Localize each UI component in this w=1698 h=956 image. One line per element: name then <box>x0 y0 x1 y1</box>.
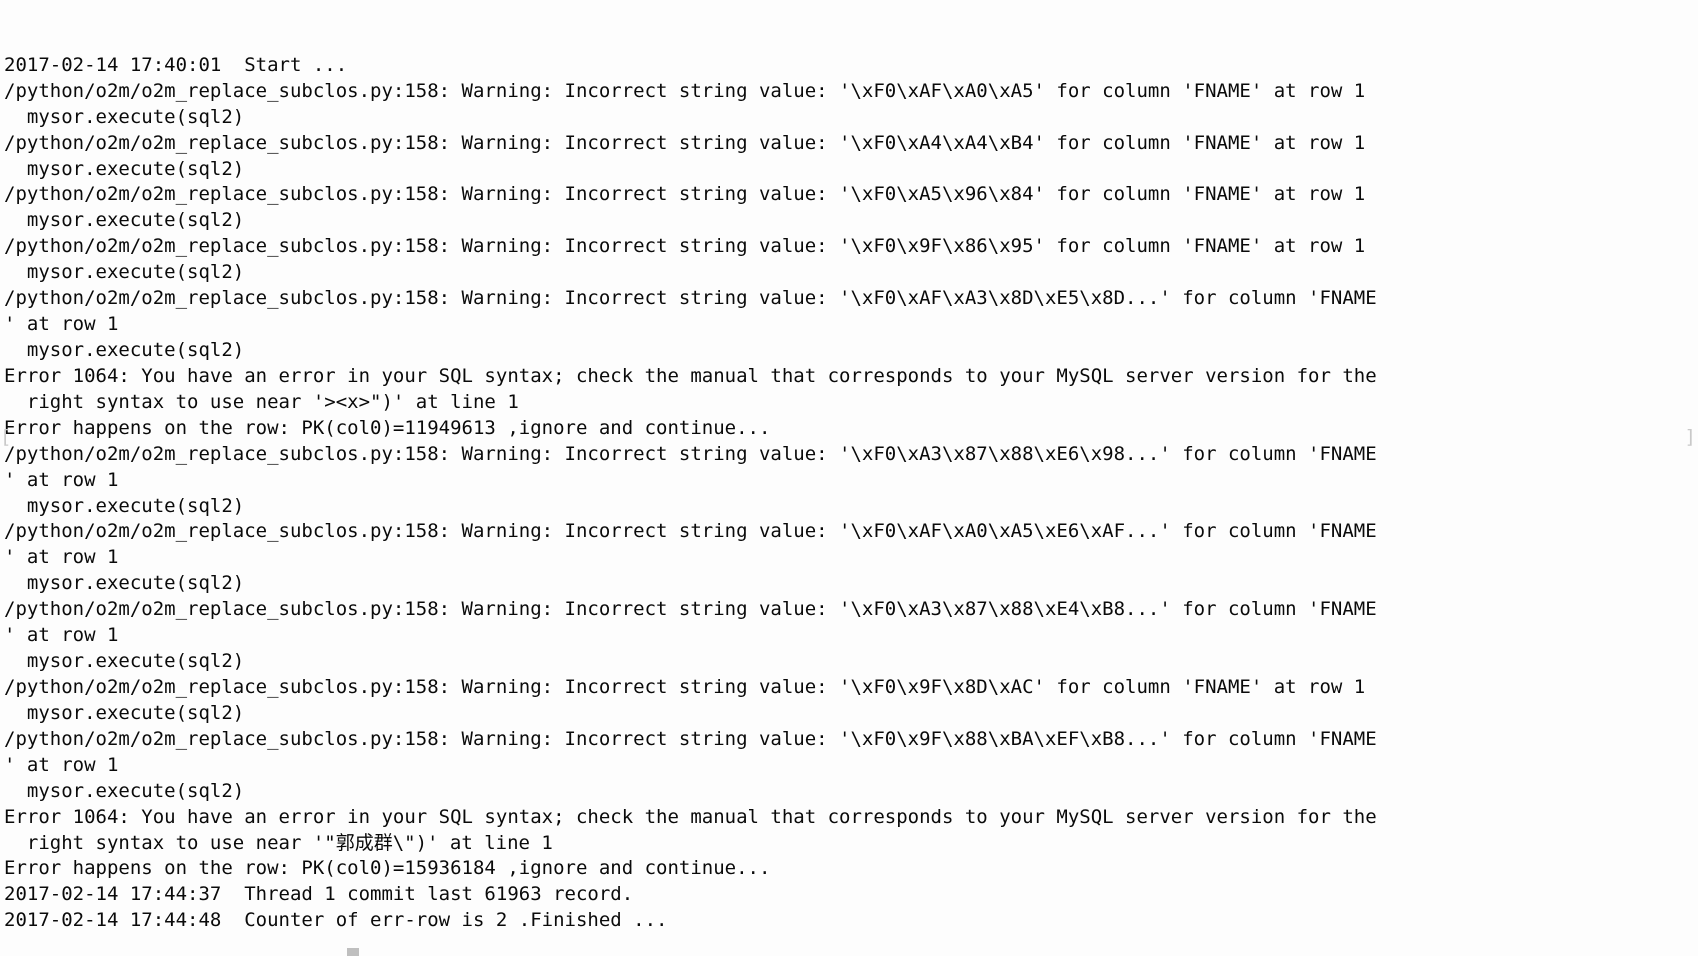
terminal-line: /python/o2m/o2m_replace_subclos.py:158: … <box>4 235 1366 258</box>
terminal-line: mysor.execute(sql2) <box>4 261 245 284</box>
terminal-output[interactable]: 2017-02-14 17:40:01 Start ... /python/o2m… <box>0 0 1698 956</box>
terminal-line-list: 2017-02-14 17:40:01 Start ... /python/o2m… <box>4 53 1698 934</box>
terminal-line: Error 1064: You have an error in your SQ… <box>4 364 1377 387</box>
terminal-line: Error happens on the row: PK(col0)=11949… <box>4 416 771 439</box>
terminal-line: right syntax to use near '><x>")' at lin… <box>4 390 519 413</box>
terminal-line: /python/o2m/o2m_replace_subclos.py:158: … <box>4 598 1377 621</box>
terminal-line: mysor.execute(sql2) <box>4 779 245 802</box>
terminal-line: mysor.execute(sql2) <box>4 572 245 595</box>
terminal-line: Error happens on the row: PK(col0)=15936… <box>4 857 771 880</box>
terminal-line: mysor.execute(sql2) <box>4 650 245 673</box>
terminal-line: /python/o2m/o2m_replace_subclos.py:158: … <box>4 131 1366 154</box>
terminal-line: mysor.execute(sql2) <box>4 105 245 128</box>
terminal-line: /python/o2m/o2m_replace_subclos.py:158: … <box>4 79 1366 102</box>
terminal-line: 2017-02-14 17:40:01 Start ... <box>4 53 348 76</box>
terminal-line: mysor.execute(sql2) <box>4 339 245 362</box>
terminal-line: 2017-02-14 17:44:37 Thread 1 commit last… <box>4 883 634 906</box>
terminal-line: ' at row 1 <box>4 468 119 491</box>
terminal-cursor <box>347 948 359 956</box>
terminal-line: Error 1064: You have an error in your SQ… <box>4 805 1377 828</box>
terminal-line: ' at row 1 <box>4 546 119 569</box>
terminal-line: ' at row 1 <box>4 753 119 776</box>
terminal-line: /python/o2m/o2m_replace_subclos.py:158: … <box>4 520 1377 543</box>
terminal-line: /python/o2m/o2m_replace_subclos.py:158: … <box>4 183 1366 206</box>
terminal-line: /python/o2m/o2m_replace_subclos.py:158: … <box>4 287 1377 310</box>
terminal-line: ' at row 1 <box>4 624 119 647</box>
terminal-line: mysor.execute(sql2) <box>4 157 245 180</box>
terminal-line: /python/o2m/o2m_replace_subclos.py:158: … <box>4 727 1377 750</box>
selection-marker-right: ] <box>1684 426 1696 448</box>
terminal-line: mysor.execute(sql2) <box>4 494 245 517</box>
terminal-line: mysor.execute(sql2) <box>4 209 245 232</box>
terminal-line: /python/o2m/o2m_replace_subclos.py:158: … <box>4 676 1366 698</box>
terminal-line: right syntax to use near '"郭成群\")' at li… <box>4 831 553 854</box>
selection-marker-left: [ <box>0 426 12 448</box>
terminal-line: 2017-02-14 17:44:48 Counter of err-row i… <box>4 909 668 932</box>
terminal-line: ' at row 1 <box>4 313 119 336</box>
terminal-line: /python/o2m/o2m_replace_subclos.py:158: … <box>4 442 1377 465</box>
terminal-line: mysor.execute(sql2) <box>4 701 245 724</box>
